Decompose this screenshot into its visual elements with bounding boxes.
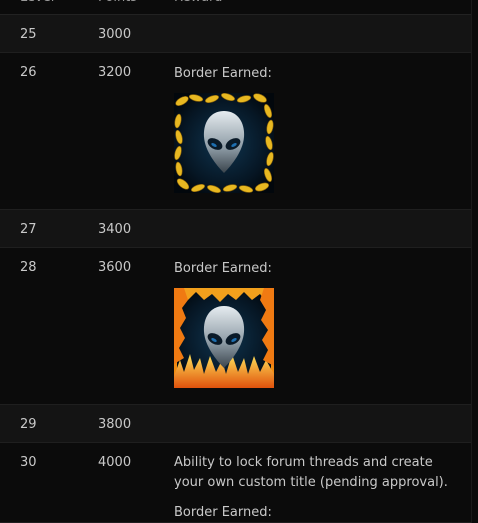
level-cell: 27: [20, 222, 37, 237]
reward-cell: [155, 15, 471, 52]
header-reward: Reward: [155, 0, 471, 14]
level-cell: 25: [20, 27, 37, 42]
border-earned-label: Border Earned:: [174, 505, 272, 520]
table-row: 30 4000 Ability to lock forum threads an…: [0, 443, 471, 523]
points-cell: 4000: [98, 455, 132, 470]
reward-description: Ability to lock forum threads and create…: [174, 455, 448, 490]
header-level: Level: [0, 0, 78, 14]
level-cell: 28: [20, 260, 37, 275]
header-points: Points: [78, 0, 155, 14]
level-cell: 30: [20, 455, 37, 470]
reward-cell: Border Earned:: [155, 248, 471, 404]
reward-cell: [155, 210, 471, 247]
points-cell: 3400: [98, 222, 132, 237]
gold-laurel-border-icon: [174, 93, 274, 193]
points-cell: 3200: [98, 65, 132, 80]
reward-cell: Ability to lock forum threads and create…: [155, 443, 471, 522]
reward-cell: Border Earned:: [155, 53, 471, 209]
level-cell: 26: [20, 65, 37, 80]
points-cell: 3600: [98, 260, 132, 275]
fire-border-icon: [174, 288, 274, 388]
levels-rewards-table: Level Points Reward 25 3000 26 3200 Bord…: [0, 0, 472, 523]
reward-cell: [155, 405, 471, 442]
border-earned-label: Border Earned:: [174, 66, 272, 81]
table-row: 29 3800: [0, 405, 471, 443]
level-cell: 29: [20, 417, 37, 432]
table-row: 27 3400: [0, 210, 471, 248]
points-cell: 3000: [98, 27, 132, 42]
table-row: 26 3200 Border Earned:: [0, 53, 471, 210]
table-row: 25 3000: [0, 15, 471, 53]
points-cell: 3800: [98, 417, 132, 432]
border-earned-label: Border Earned:: [174, 261, 272, 276]
table-row: 28 3600 Border Earned:: [0, 248, 471, 405]
table-header: Level Points Reward: [0, 0, 471, 15]
